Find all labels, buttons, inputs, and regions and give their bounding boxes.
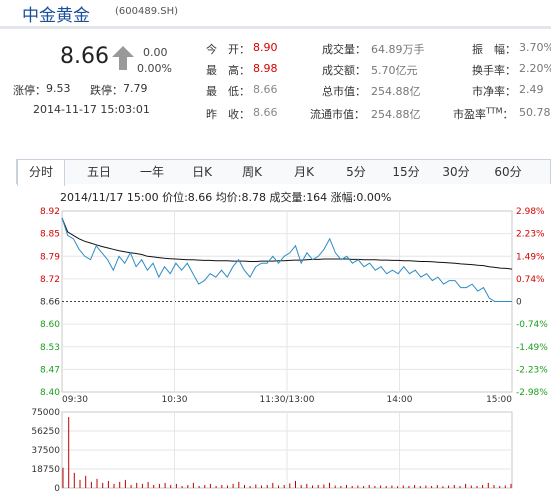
stat-value: 64.89万手 (371, 43, 425, 56)
stat-label: 市盈率TTM： (453, 106, 514, 121)
stat-value: 8.90 (253, 41, 278, 54)
stat-label: 总市值： (322, 85, 366, 98)
stat-value: 3.70% (519, 41, 551, 54)
stat-value: 5.70亿元 (371, 64, 418, 77)
y-tick-label-pct: 2.23% (516, 230, 545, 240)
stat-value: 2.49 (519, 83, 544, 96)
y-tick-label-pct: 2.98% (516, 207, 545, 217)
stat-label: 成交额： (322, 64, 366, 77)
stat-label: 成交量： (322, 43, 366, 56)
y-tick-label: 8.60 (40, 320, 60, 330)
y-tick-label: 8.85 (40, 230, 60, 240)
stat-label: 最 低： (206, 85, 250, 98)
limit-up-value: 9.53 (46, 82, 71, 95)
current-price: 8.66 (60, 44, 109, 69)
tab-60min[interactable]: 60分 (483, 160, 533, 184)
price-plot-frame (61, 210, 513, 393)
tab-15min[interactable]: 15分 (381, 160, 431, 184)
x-tick-label: 11:30/13:00 (260, 395, 315, 405)
volume-tick-label: 18750 (31, 465, 60, 475)
stat-value: 8.98 (253, 62, 278, 75)
tab-30min[interactable]: 30分 (431, 160, 481, 184)
y-tick-label: 8.40 (40, 388, 60, 398)
stat-label: 换手率： (472, 64, 516, 77)
quote-timestamp: 2014-11-17 15:03:01 (33, 103, 150, 116)
arrow-up-icon (112, 46, 134, 70)
y-tick-label: 8.72 (40, 275, 60, 285)
volume-tick-label: 37500 (31, 446, 60, 456)
stat-value: 254.88亿 (371, 85, 421, 98)
limit-down-label: 跌停： (90, 84, 123, 97)
title-bar: 中金黄金 (600489.SH) (0, 0, 551, 26)
x-tick-label: 10:30 (162, 395, 188, 405)
stat-value: 8.66 (253, 83, 278, 96)
chart-period-tabs: 分时 五日 一年 日K 周K 月K 5分 15分 30分 60分 (16, 159, 551, 186)
tab-daily-k[interactable]: 日K (177, 160, 227, 184)
stat-value: 50.78 (519, 106, 551, 119)
tab-monthly-k[interactable]: 月K (279, 160, 329, 184)
stat-label: 振 幅： (472, 43, 516, 56)
y-tick-label-pct: 1.49% (516, 252, 545, 262)
crosshair-info: 2014/11/17 15:00 价位:8.66 均价:8.78 成交量:164… (60, 191, 392, 204)
y-tick-label: 8.66 (40, 298, 60, 308)
tab-5min[interactable]: 5分 (331, 160, 381, 184)
tab-one-year[interactable]: 一年 (127, 160, 177, 184)
y-tick-label-pct: -2.23% (516, 365, 548, 375)
y-tick-label: 8.79 (40, 252, 60, 262)
y-tick-label-pct: 0 (516, 298, 522, 308)
y-tick-label: 8.92 (40, 207, 60, 217)
average-price-line (61, 217, 513, 270)
x-tick-label: 09:30 (62, 395, 88, 405)
title-divider (0, 26, 551, 29)
limit-down-value: 7.79 (123, 82, 148, 95)
stock-code: (600489.SH) (115, 6, 179, 17)
tab-intraday[interactable]: 分时 (17, 160, 65, 186)
y-tick-label: 8.53 (40, 343, 60, 353)
y-tick-label-pct: -2.98% (516, 388, 548, 398)
stat-label: 市净率： (472, 85, 516, 98)
y-tick-label-pct: -0.74% (516, 320, 548, 330)
stat-value: 254.88亿 (371, 108, 421, 121)
y-tick-label: 8.47 (40, 365, 60, 375)
volume-tick-label: 56250 (31, 427, 60, 437)
stat-label: 最 高： (206, 64, 250, 77)
tab-five-day[interactable]: 五日 (74, 160, 124, 184)
x-tick-label: 15:00 (486, 395, 512, 405)
volume-tick-label: 0 (54, 484, 60, 494)
stock-name: 中金黄金 (22, 6, 90, 26)
stat-label: 昨 收： (206, 108, 250, 121)
price-change-pct: 0.00% (137, 62, 172, 75)
stat-value: 8.66 (253, 106, 278, 119)
y-tick-label-pct: 0.74% (516, 275, 545, 285)
stat-value: 2.20% (519, 62, 551, 75)
x-tick-label: 14:00 (387, 395, 413, 405)
price-line (61, 217, 512, 302)
limit-up-label: 涨停： (13, 84, 46, 97)
volume-plot-frame (61, 411, 513, 489)
tab-weekly-k[interactable]: 周K (227, 160, 277, 184)
stat-label: 流通市值： (310, 108, 365, 121)
y-tick-label-pct: -1.49% (516, 343, 548, 353)
volume-tick-label: 75000 (31, 408, 60, 418)
price-change: 0.00 (143, 46, 168, 59)
stat-label: 今 开： (206, 43, 250, 56)
